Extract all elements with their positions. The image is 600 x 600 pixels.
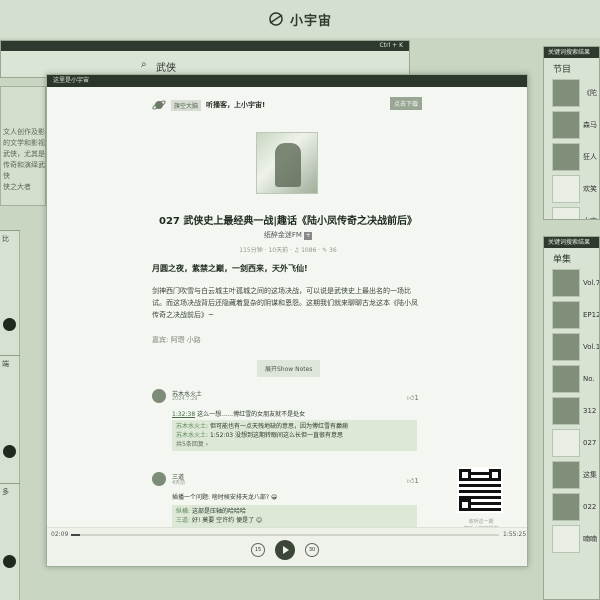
like-button[interactable]: 👍︎1 xyxy=(407,476,419,485)
section-title: 节目 xyxy=(553,65,572,75)
list-item[interactable]: EP12 xyxy=(544,299,599,331)
list-item[interactable]: Vol.1 xyxy=(544,331,599,363)
background-left-text: 文人创作及影 的文学和影视 武侠，尤其是 传奇和演绎武侠 侠之大者 xyxy=(3,128,45,191)
list-item[interactable]: 这集 xyxy=(544,459,599,491)
total-time: 1:55:25 xyxy=(503,531,527,538)
list-item[interactable]: No. xyxy=(544,363,599,395)
avatar[interactable] xyxy=(152,472,166,486)
current-time: 02:09 xyxy=(51,531,69,538)
qr-caption: 收听这一期 来听小宇宙播客 xyxy=(463,519,498,527)
episode-cover xyxy=(552,429,580,457)
list-item[interactable]: Vol.7 xyxy=(544,267,599,299)
episode-lead: 月圆之夜，紫禁之巅，一剑西来，天外飞仙! xyxy=(152,264,308,273)
episode-modal: 这里是小宇宙 旗空大脑 听播客，上小宇宙! 点击下载 027 武侠史上最经典一战… xyxy=(46,74,528,567)
qr-finder xyxy=(489,469,501,481)
bg-card-label: 比 xyxy=(0,230,20,247)
bg-card-label: 端 xyxy=(0,355,20,372)
app-logo-icon xyxy=(269,12,283,26)
list-item[interactable]: 欢笑 xyxy=(544,173,599,205)
episode-guests: 嘉宾: 阿瓒 小路 xyxy=(152,336,201,344)
episode-title: 027 武侠史上最经典一战|趣话《陆小凤传奇之决战前后》 xyxy=(158,216,417,227)
background-left-cards: 比 端 多 xyxy=(0,230,20,600)
episode-cover xyxy=(552,269,580,297)
avatar[interactable] xyxy=(152,389,166,403)
reply-box: 纵横: 这部是压轴的哈哈哈 三道: 好! 莫要 空许约 便是了 😊 xyxy=(172,505,417,527)
promo-slogan: 听播客，上小宇宙! xyxy=(206,101,266,109)
audio-player: 02:09 1:55:25 15 30 xyxy=(47,527,527,566)
play-icon[interactable] xyxy=(3,445,16,458)
list-item[interactable]: 312 xyxy=(544,395,599,427)
podcast-cover xyxy=(552,207,580,219)
play-icon[interactable] xyxy=(3,555,16,568)
reply: 苏木水火土: 但可能也有一点天残地缺的意思，因为傅红雪有癫痫 xyxy=(176,423,348,430)
panel-header: 关键词搜索结果 xyxy=(544,47,599,58)
episode-cover xyxy=(552,301,580,329)
list-item[interactable]: 《陀 xyxy=(544,77,599,109)
search-icon: ⌕ xyxy=(141,59,147,70)
podcast-cover xyxy=(552,111,580,139)
search-panel: Ctrl + K ⌕ 武侠 xyxy=(0,40,410,78)
episode-cover xyxy=(552,397,580,425)
podcast-cover xyxy=(552,143,580,171)
comment: 苏木水火土 2024.7.29 👍︎1 1:32:38 这么一想……傅红雪的女朋… xyxy=(152,389,427,464)
comment: 三道 4天前 👍︎1 插播一个问题: 啥时候安排天龙八部? 😁 纵横: 这部是压… xyxy=(152,472,427,527)
episode-cover xyxy=(256,132,318,194)
show-notes-button[interactable]: 展开Show Notes xyxy=(257,360,321,377)
qr-finder xyxy=(459,469,471,481)
episode-meta: 115分钟 · 10天前 · ♫ 1086 · ✎ 36 xyxy=(239,247,337,254)
reply: 苏木水火土: 1:52:03 没想到这期转眼间这么长但一直很有意思 xyxy=(176,432,343,439)
reply-box: 苏木水火土: 但可能也有一点天残地缺的意思，因为傅红雪有癫痫 苏木水火土: 1:… xyxy=(172,420,417,451)
search-input[interactable]: 武侠 xyxy=(156,59,176,74)
search-results-episodes: 关键词搜索结果 单集 Vol.7 EP12 Vol.1 No. 312 027 … xyxy=(543,236,600,600)
comment-date: 2024.7.29 xyxy=(172,396,198,402)
more-replies-link[interactable]: 共5条回复 › xyxy=(176,440,413,449)
podcast-cover xyxy=(552,175,580,203)
app-header: 小宇宙 xyxy=(0,0,600,38)
episode-cover xyxy=(552,493,580,521)
reply: 纵横: 这部是压轴的哈哈哈 xyxy=(176,508,246,515)
comment-text: 插播一个问题: 啥时候安排天龙八部? 😁 xyxy=(172,494,278,501)
episode-description: 剑神西门吹雪与白云城主叶孤城之间的这场决战，可以说是武侠史上最出名的一场比试。而… xyxy=(152,287,418,319)
modal-title: 这里是小宇宙 xyxy=(47,75,527,87)
timestamp-link[interactable]: 1:32:38 xyxy=(172,411,195,418)
play-button[interactable] xyxy=(275,540,295,560)
planet-icon xyxy=(152,100,166,110)
background-description: 文人创作及影 的文学和影视 武侠，尤其是 传奇和演绎武侠 侠之大者 xyxy=(0,86,46,206)
rewind-button[interactable]: 15 xyxy=(251,543,265,557)
qr-finder xyxy=(459,499,471,511)
progress-bar[interactable] xyxy=(71,534,499,536)
download-button[interactable]: 点击下载 xyxy=(390,97,423,110)
list-item[interactable]: 027 xyxy=(544,427,599,459)
list-item[interactable]: 喃喃 xyxy=(544,523,599,555)
list-item[interactable]: 狂人 xyxy=(544,141,599,173)
comment-text: 1:32:38 这么一想……傅红雪的女朋友就不是处女 xyxy=(172,411,306,418)
app-title: 小宇宙 xyxy=(289,13,332,29)
reply: 三道: 好! 莫要 空许约 便是了 😊 xyxy=(176,517,263,524)
search-results-podcasts: 关键词搜索结果 节目 《陀 森马 狂人 欢笑 大宋 xyxy=(543,46,600,220)
section-title: 单集 xyxy=(553,255,572,265)
episode-cover xyxy=(552,461,580,489)
bg-card-label: 多 xyxy=(0,483,20,500)
episode-cover xyxy=(552,365,580,393)
subscribe-icon[interactable]: + xyxy=(304,232,313,240)
podcast-cover xyxy=(552,79,580,107)
podcast-name[interactable]: 纸醉金迷FM + xyxy=(47,230,527,240)
promo-bar: 旗空大脑 听播客，上小宇宙! xyxy=(152,97,422,113)
like-button[interactable]: 👍︎1 xyxy=(407,393,419,402)
search-shortcut: Ctrl + K xyxy=(1,41,409,51)
promo-tag: 旗空大脑 xyxy=(171,99,202,111)
qr-code xyxy=(457,467,503,513)
episode-cover xyxy=(552,525,580,553)
progress-fill xyxy=(71,534,80,536)
episode-content[interactable]: 旗空大脑 听播客，上小宇宙! 点击下载 027 武侠史上最经典一战|趣话《陆小凤… xyxy=(47,87,527,527)
forward-button[interactable]: 30 xyxy=(305,543,319,557)
list-item[interactable]: 022 xyxy=(544,491,599,523)
panel-header: 关键词搜索结果 xyxy=(544,237,599,248)
cover-figure xyxy=(275,143,301,187)
episode-cover xyxy=(552,333,580,361)
play-icon[interactable] xyxy=(3,318,16,331)
list-item[interactable]: 大宋 xyxy=(544,205,599,219)
list-item[interactable]: 森马 xyxy=(544,109,599,141)
comment-date: 4天前 xyxy=(172,480,186,486)
